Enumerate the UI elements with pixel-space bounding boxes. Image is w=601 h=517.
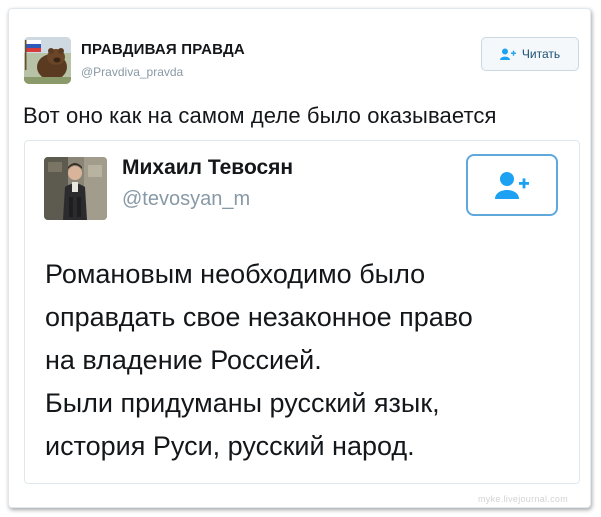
- bear-with-flag-avatar-icon: [24, 37, 71, 84]
- quoted-text-line: история Руси, русский народ.: [45, 431, 415, 461]
- add-user-icon: [499, 48, 516, 60]
- quoted-text-line: Были придуманы русский язык,: [45, 388, 440, 418]
- quoted-text-line: на владение Россией.: [45, 345, 322, 375]
- quoted-text-line: Романовым необходимо было: [45, 259, 426, 289]
- quoted-author-name[interactable]: Михаил Тевосян: [122, 156, 293, 180]
- quoted-tweet-text: Романовым необходимо было оправдать свое…: [45, 253, 565, 468]
- author-name[interactable]: ПРАВДИВАЯ ПРАВДА: [81, 41, 245, 58]
- quoted-author-handle[interactable]: @tevosyan_m: [122, 188, 250, 211]
- tweet-text: Вот оно как на самом деле было оказывает…: [23, 103, 497, 128]
- author-avatar[interactable]: [24, 37, 71, 84]
- follow-button[interactable]: Читать: [481, 37, 579, 71]
- quoted-author-avatar[interactable]: [44, 157, 107, 220]
- quoted-text-line: оправдать свое незаконное право: [45, 302, 473, 332]
- follow-button-label: Читать: [521, 47, 561, 61]
- man-portrait-avatar-icon: [44, 157, 107, 220]
- author-handle[interactable]: @Pravdiva_pravda: [81, 65, 183, 79]
- add-user-icon: [495, 172, 529, 199]
- quoted-follow-button[interactable]: [466, 154, 558, 216]
- watermark: myke.livejournal.com: [478, 494, 569, 504]
